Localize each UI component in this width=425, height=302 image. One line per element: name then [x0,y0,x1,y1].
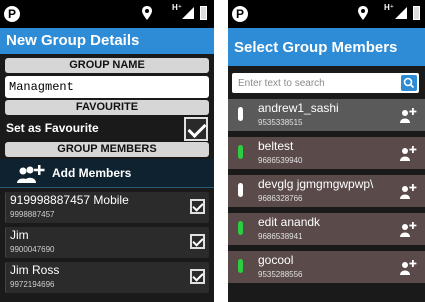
select-members-screen: P H⁺ Select Group Members andrew1_sashi … [228,0,425,302]
member-checkbox[interactable] [190,199,205,214]
status-indicator [238,107,243,121]
network-type-label: H⁺ [172,3,182,12]
add-people-icon [17,165,45,183]
status-indicator [238,145,243,159]
contact-name: gocool [258,253,294,267]
contact-name: andrew1_sashi [258,101,339,115]
battery-icon [200,6,207,20]
status-bar: P H⁺ [228,0,425,28]
network-type-label: H⁺ [384,3,394,12]
contact-phone: 9535288556 [258,270,303,279]
member-name: 919998887457 Mobile [10,193,129,207]
favourite-header: FAVOURITE [5,100,209,115]
member-row[interactable]: Jim 9900047690 [5,227,209,258]
add-members-button[interactable]: Add Members [0,159,214,188]
contact-row[interactable]: edit anandk 9686538941 [228,213,425,245]
contact-row[interactable]: beltest 9686539940 [228,137,425,169]
add-contact-icon[interactable] [399,145,417,161]
set-favourite-label: Set as Favourite [6,121,99,135]
favourite-row: Set as Favourite [0,115,214,142]
signal-icon [395,7,407,19]
add-contact-icon[interactable] [399,221,417,237]
member-name: Jim [10,228,29,242]
member-phone: 9972194696 [10,280,55,289]
add-contact-icon[interactable] [399,259,417,275]
status-bar: P H⁺ [0,0,214,28]
status-indicator [238,221,243,235]
member-checkbox[interactable] [190,234,205,249]
contact-name: edit anandk [258,215,321,229]
contact-phone: 9686539940 [258,156,303,165]
search-icon [403,77,415,89]
add-contact-icon[interactable] [399,107,417,123]
member-phone: 9900047690 [10,245,55,254]
page-title: Select Group Members [228,28,425,66]
location-pin-icon [358,6,368,20]
new-group-screen: P H⁺ New Group Details GROUP NAME Managm… [0,0,214,302]
app-logo-icon: P [4,6,20,22]
group-name-input[interactable]: Managment [5,76,209,98]
contact-name: devglg jgmgmgwpwp\ [258,177,374,191]
member-phone: 9998887457 [10,210,55,219]
member-checkbox[interactable] [190,269,205,284]
contact-row[interactable]: gocool 9535288556 [228,251,425,283]
contact-name: beltest [258,139,294,153]
status-indicator [238,259,243,273]
group-members-header: GROUP MEMBERS [5,142,209,157]
add-members-label: Add Members [52,166,132,180]
group-name-header: GROUP NAME [5,58,209,73]
location-pin-icon [142,6,152,20]
battery-icon [413,6,420,20]
contact-phone: 9686328766 [258,194,303,203]
status-indicator [238,183,243,197]
signal-icon [182,7,194,19]
favourite-checkbox[interactable] [184,117,208,141]
contact-phone: 9535338515 [258,118,303,127]
contact-phone: 9686538941 [258,232,303,241]
search-input[interactable] [232,73,392,94]
search-bar [232,73,419,94]
member-row[interactable]: Jim Ross 9972194696 [5,262,209,293]
add-contact-icon[interactable] [399,183,417,199]
app-logo-icon: P [232,6,248,22]
contact-row[interactable]: andrew1_sashi 9535338515 [228,99,425,131]
member-name: Jim Ross [10,263,60,277]
search-button[interactable] [401,75,417,91]
member-row[interactable]: 919998887457 Mobile 9998887457 [5,192,209,223]
page-title: New Group Details [0,28,214,54]
contact-row[interactable]: devglg jgmgmgwpwp\ 9686328766 [228,175,425,207]
